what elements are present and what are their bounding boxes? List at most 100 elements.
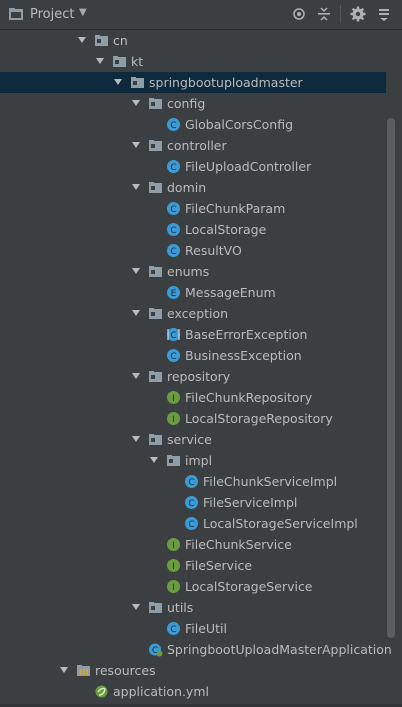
tree-item-label: FileServiceImpl bbox=[203, 495, 298, 510]
tree-row-local-storage-service[interactable]: I LocalStorageService bbox=[0, 576, 386, 597]
chevron-down-icon[interactable] bbox=[131, 140, 141, 150]
tree-item-label: impl bbox=[185, 453, 213, 468]
chevron-down-icon[interactable] bbox=[131, 371, 141, 381]
chevron-down-icon[interactable] bbox=[131, 434, 141, 444]
hide-icon[interactable] bbox=[376, 6, 392, 22]
tree-row-file-chunk-service-impl[interactable]: C FileChunkServiceImpl bbox=[0, 471, 386, 492]
project-view-title[interactable]: Project bbox=[30, 7, 74, 22]
tree-row-application-yml[interactable]: application.yml bbox=[0, 681, 386, 702]
chevron-down-icon[interactable] bbox=[131, 308, 141, 318]
chevron-down-icon[interactable] bbox=[77, 35, 87, 45]
chevron-down-icon[interactable] bbox=[131, 602, 141, 612]
tree-row-result-vo[interactable]: C ResultVO bbox=[0, 240, 386, 261]
class-icon: C bbox=[167, 349, 180, 362]
tree-row-message-enum[interactable]: E MessageEnum bbox=[0, 282, 386, 303]
tree-row-domin[interactable]: domin bbox=[0, 177, 386, 198]
tree-row-springboot-upload-master-application[interactable]: C SpringbootUploadMasterApplication bbox=[0, 639, 392, 660]
svg-text:C: C bbox=[170, 226, 176, 236]
tree-item-label: LocalStorageService bbox=[185, 579, 313, 594]
tree-row-file-chunk-service[interactable]: I FileChunkService bbox=[0, 534, 386, 555]
svg-text:C: C bbox=[188, 520, 194, 530]
folder-icon bbox=[77, 665, 90, 676]
project-toolbar: Project ▼ bbox=[0, 0, 402, 30]
folder-icon bbox=[149, 140, 162, 151]
tree-row-base-error-exception[interactable]: C BaseErrorException bbox=[0, 324, 386, 345]
tree-row-file-util[interactable]: C FileUtil bbox=[0, 618, 386, 639]
svg-text:C: C bbox=[170, 625, 176, 635]
tree-item-label: MessageEnum bbox=[185, 285, 276, 300]
tree-item-label: domin bbox=[167, 180, 207, 195]
gear-icon[interactable] bbox=[350, 6, 366, 22]
tree-row-enums[interactable]: enums bbox=[0, 261, 386, 282]
chevron-down-icon[interactable] bbox=[59, 665, 69, 675]
svg-text:C: C bbox=[170, 121, 176, 131]
chevron-down-icon[interactable] bbox=[95, 56, 105, 66]
tree-row-local-storage-repository[interactable]: I LocalStorageRepository bbox=[0, 408, 386, 429]
triangle-down-icon[interactable]: ▼ bbox=[79, 7, 87, 18]
tree-row-local-storage-service-impl[interactable]: C LocalStorageServiceImpl bbox=[0, 513, 386, 534]
class-icon: C bbox=[185, 496, 198, 509]
chevron-down-icon[interactable] bbox=[149, 455, 159, 465]
tree-item-label: GlobalCorsConfig bbox=[185, 117, 294, 132]
tree-row-utils[interactable]: utils bbox=[0, 597, 386, 618]
folder-icon bbox=[149, 182, 162, 193]
svg-text:I: I bbox=[172, 415, 175, 425]
tree-row-file-service-impl[interactable]: C FileServiceImpl bbox=[0, 492, 386, 513]
tree-row-controller[interactable]: controller bbox=[0, 135, 386, 156]
tree-row-service[interactable]: service bbox=[0, 429, 386, 450]
class-icon: C bbox=[185, 475, 198, 488]
svg-text:I: I bbox=[172, 562, 175, 572]
collapse-all-icon[interactable] bbox=[316, 6, 332, 22]
tree-row-kt[interactable]: kt bbox=[0, 51, 386, 72]
folder-icon bbox=[149, 266, 162, 277]
tree-row-local-storage[interactable]: C LocalStorage bbox=[0, 219, 386, 240]
tree-item-label: cn bbox=[113, 33, 128, 48]
interface-icon: I bbox=[167, 580, 180, 593]
chevron-down-icon[interactable] bbox=[131, 266, 141, 276]
interface-icon: I bbox=[167, 559, 180, 572]
interface-icon: I bbox=[167, 538, 180, 551]
tree-row-impl[interactable]: impl bbox=[0, 450, 386, 471]
chevron-down-icon[interactable] bbox=[131, 182, 141, 192]
tree-row-file-chunk-param[interactable]: C FileChunkParam bbox=[0, 198, 386, 219]
tree-row-config[interactable]: config bbox=[0, 93, 386, 114]
tree-item-label: springbootuploadmaster bbox=[149, 75, 303, 90]
vertical-scrollbar[interactable] bbox=[387, 118, 395, 638]
tree-row-file-service[interactable]: I FileService bbox=[0, 555, 386, 576]
interface-icon: I bbox=[167, 412, 180, 425]
tree-item-label: repository bbox=[167, 369, 231, 384]
svg-text:I: I bbox=[172, 583, 175, 593]
chevron-down-icon[interactable] bbox=[131, 98, 141, 108]
svg-text:C: C bbox=[188, 478, 194, 488]
tree-item-label: config bbox=[167, 96, 206, 111]
tree-row-business-exception[interactable]: C BusinessException bbox=[0, 345, 386, 366]
project-tree: cn kt springbootuploadmaster config C GlobalC… bbox=[0, 29, 402, 707]
chevron-down-icon[interactable] bbox=[113, 77, 123, 87]
tree-row-exception[interactable]: exception bbox=[0, 303, 386, 324]
tree-item-label: kt bbox=[131, 54, 144, 69]
tree-item-label: SpringbootUploadMasterApplication bbox=[167, 642, 392, 657]
class-icon: C bbox=[185, 517, 198, 530]
tree-item-label: FileUploadController bbox=[185, 159, 312, 174]
tree-item-label: utils bbox=[167, 600, 194, 615]
tree-row-file-upload-controller[interactable]: C FileUploadController bbox=[0, 156, 386, 177]
folder-icon bbox=[149, 602, 162, 613]
tree-row-springbootuploadmaster[interactable]: springbootuploadmaster bbox=[0, 72, 386, 93]
folder-icon bbox=[95, 35, 108, 46]
svg-text:C: C bbox=[170, 247, 176, 257]
tree-item-label: controller bbox=[167, 138, 227, 153]
tree-item-label: BaseErrorException bbox=[185, 327, 308, 342]
tree-item-label: LocalStorageServiceImpl bbox=[203, 516, 358, 531]
tree-row-resources[interactable]: resources bbox=[0, 660, 386, 681]
locate-icon[interactable] bbox=[291, 6, 307, 22]
tree-item-label: ResultVO bbox=[185, 243, 242, 258]
tree-item-label: FileService bbox=[185, 558, 253, 573]
tree-row-global-cors-config[interactable]: C GlobalCorsConfig bbox=[0, 114, 386, 135]
folder-icon bbox=[149, 371, 162, 382]
tree-row-cn[interactable]: cn bbox=[0, 30, 386, 51]
tree-item-label: FileUtil bbox=[185, 621, 227, 636]
tree-row-repository[interactable]: repository bbox=[0, 366, 386, 387]
svg-text:C: C bbox=[170, 352, 176, 362]
tree-row-file-chunk-repository[interactable]: I FileChunkRepository bbox=[0, 387, 386, 408]
tree-item-label: LocalStorageRepository bbox=[185, 411, 333, 426]
